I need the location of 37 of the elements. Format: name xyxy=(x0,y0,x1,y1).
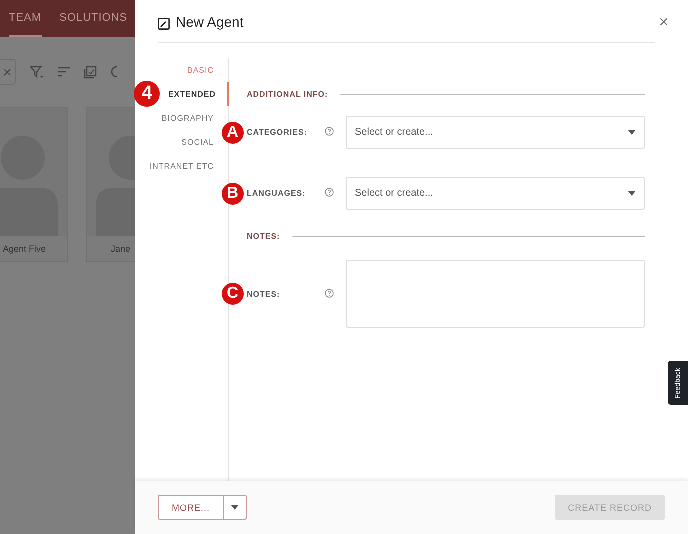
field-label: CATEGORIES: xyxy=(247,128,308,137)
nav-tab[interactable]: TEAM xyxy=(9,0,42,37)
sort-icon[interactable] xyxy=(58,67,70,77)
select-field[interactable]: Select or create... xyxy=(346,177,645,210)
section-tab[interactable]: INTRANET ETC xyxy=(150,159,216,173)
dialog-title: New Agent xyxy=(176,14,244,30)
callout-badge: B xyxy=(222,182,244,204)
edit-icon xyxy=(158,18,170,30)
section-heading: ADDITIONAL INFO: xyxy=(247,90,328,98)
close-icon[interactable] xyxy=(658,16,670,28)
callout-badge: 4 xyxy=(134,81,160,107)
help-icon xyxy=(325,188,334,197)
field-label: NOTES: xyxy=(247,290,280,298)
caret-icon xyxy=(231,505,240,510)
section-tab[interactable]: BIOGRAPHY xyxy=(162,111,216,125)
callout-badge: C xyxy=(222,283,244,305)
field-label: LANGUAGES: xyxy=(247,189,306,198)
close-icon xyxy=(2,66,13,78)
caret-icon xyxy=(628,130,636,135)
help-icon xyxy=(325,288,334,298)
filter-icon[interactable] xyxy=(30,66,44,78)
nav-tab[interactable]: SOLUTIONS xyxy=(60,0,128,37)
agent-card[interactable]: Jane xyxy=(86,107,135,262)
help-icon xyxy=(325,127,334,136)
refresh-icon[interactable] xyxy=(111,66,117,78)
agent-name: Jane xyxy=(87,236,135,261)
agent-card[interactable]: Agent Five xyxy=(0,107,68,262)
section-heading: NOTES: xyxy=(247,232,280,240)
select-field[interactable]: Select or create... xyxy=(346,116,645,149)
check-square-icon[interactable] xyxy=(84,66,97,78)
caret-icon xyxy=(628,191,636,196)
section-tab[interactable]: BASIC xyxy=(187,63,216,77)
notes-field[interactable] xyxy=(346,260,645,328)
section-tab[interactable]: SOCIAL xyxy=(182,135,216,149)
agent-name: Agent Five xyxy=(0,236,67,261)
clear-button[interactable] xyxy=(0,59,16,85)
callout-badge: A xyxy=(222,122,244,144)
